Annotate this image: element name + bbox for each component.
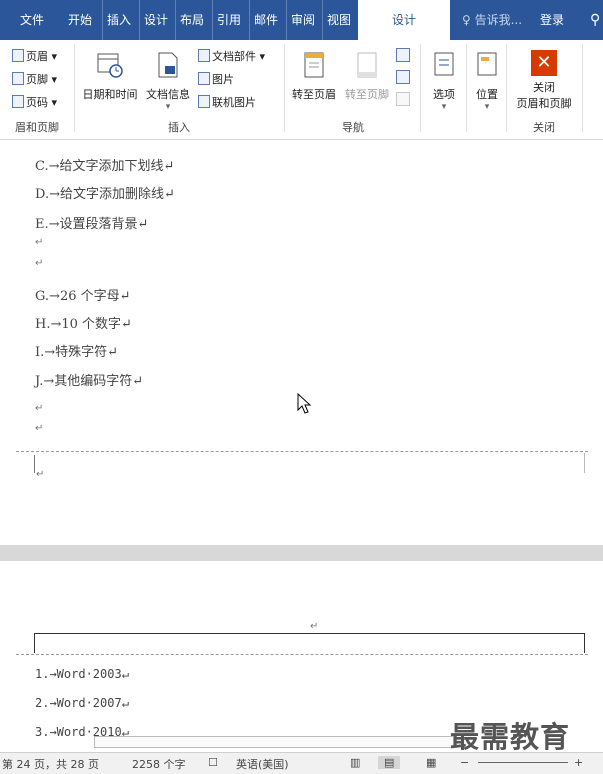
zoom-out-icon[interactable]: −: [460, 756, 469, 769]
goto-header-button[interactable]: 转至页眉: [288, 50, 340, 102]
previous-icon[interactable]: [396, 48, 410, 62]
paragraph-mark: ↵: [35, 403, 44, 414]
list-item: E.→设置段落背景↵: [35, 217, 149, 232]
list-item: C.→给文字添加下划线↵: [35, 159, 175, 174]
ribbon-divider: [506, 44, 507, 132]
horizontal-scrollbar[interactable]: [94, 736, 454, 748]
document-area[interactable]: C.→给文字添加下划线↵ D.→给文字添加删除线↵ E.→设置段落背景↵ ↵ ↵…: [0, 141, 603, 752]
print-layout-icon[interactable]: ▤: [378, 756, 401, 769]
page-number-icon: [12, 95, 24, 108]
person-icon[interactable]: ⚲: [590, 0, 600, 40]
tab-header-footer-design[interactable]: 设计: [358, 0, 450, 40]
goto-footer-icon: [357, 52, 377, 78]
close-header-footer-button[interactable]: ✕ 关闭 页眉和页脚: [510, 50, 578, 111]
paragraph-mark: ↵: [35, 423, 44, 434]
language-indicator[interactable]: 英语(美国): [236, 756, 289, 772]
page-number-dropdown[interactable]: 页码 ▾: [12, 94, 57, 112]
calendar-clock-icon: [97, 53, 123, 78]
datetime-button[interactable]: 日期和时间: [80, 50, 140, 102]
picture-icon: [198, 72, 210, 85]
header-boundary: [16, 654, 588, 655]
docinfo-button[interactable]: 文档信息 ▾: [142, 50, 194, 112]
group-label-navigation: 导航: [342, 121, 364, 134]
paragraph-mark: ↵: [35, 237, 44, 248]
tab-review[interactable]: 审阅: [286, 0, 315, 40]
tab-view[interactable]: 视图: [322, 0, 351, 40]
picture-button[interactable]: 图片: [198, 71, 234, 89]
document-info-icon: [158, 52, 178, 78]
tab-file[interactable]: 文件: [20, 0, 44, 40]
header-dropdown[interactable]: 页眉 ▾: [12, 48, 57, 66]
next-icon[interactable]: [396, 70, 410, 84]
online-picture-button[interactable]: 联机图片: [198, 94, 256, 112]
position-button[interactable]: 位置 ▾: [470, 50, 504, 112]
login-link[interactable]: 登录: [540, 0, 564, 40]
header-right-bracket: [584, 633, 585, 653]
group-label-header-footer: 眉和页脚: [15, 121, 59, 134]
ribbon-tab-bar: 文件 开始 插入 设计 布局 引用 邮件 审阅 视图 设计 ♀ 告诉我... 登…: [0, 0, 603, 40]
footer-dropdown[interactable]: 页脚 ▾: [12, 71, 57, 89]
watermark-logo: 最需教育: [450, 720, 571, 754]
footer-cursor-bracket: [34, 455, 35, 473]
tab-mailings[interactable]: 邮件: [249, 0, 278, 40]
list-item: D.→给文字添加删除线↵: [35, 187, 175, 202]
link-previous-icon[interactable]: [396, 92, 410, 106]
lightbulb-icon: ♀: [462, 13, 475, 27]
ribbon-divider: [74, 44, 75, 132]
page-gap: [0, 545, 603, 561]
docparts-dropdown[interactable]: 文档部件 ▾: [198, 48, 265, 66]
list-item: 2.→Word·2007↵: [35, 696, 129, 710]
tab-design[interactable]: 设计: [139, 0, 168, 40]
word-window: 文件 开始 插入 设计 布局 引用 邮件 审阅 视图 设计 ♀ 告诉我... 登…: [0, 0, 603, 774]
read-mode-icon[interactable]: ▥: [350, 756, 360, 769]
tab-references[interactable]: 引用: [212, 0, 241, 40]
word-count[interactable]: 2258 个字: [132, 756, 186, 772]
list-item: J.→其他编码字符↵: [35, 374, 144, 389]
ribbon-divider: [284, 44, 285, 132]
status-bar: 第 24 页，共 28 页 2258 个字 ☐ 英语(美国) ▥ ▤ ▦ − +: [0, 752, 603, 774]
proofing-icon[interactable]: ☐: [208, 756, 218, 769]
footer-icon: [12, 72, 24, 85]
goto-footer-button[interactable]: 转至页脚: [342, 50, 392, 102]
docparts-icon: [198, 49, 210, 62]
list-item: 1.→Word·2003↵: [35, 667, 129, 681]
ribbon-divider: [420, 44, 421, 132]
zoom-in-icon[interactable]: +: [574, 756, 583, 769]
tell-me-box[interactable]: ♀ 告诉我...: [462, 0, 522, 40]
goto-header-icon: [304, 52, 324, 78]
ribbon: 页眉 ▾ 页脚 ▾ 页码 ▾ 眉和页脚 日期和时间 文档信息 ▾ 文档部件 ▾ …: [0, 40, 603, 140]
footer-paragraph-mark: ↵: [36, 469, 45, 480]
list-item: I.→特殊字符↵: [35, 345, 119, 360]
footer-right-bracket: [584, 453, 585, 473]
tab-layout[interactable]: 布局: [175, 0, 204, 40]
header-rule: [34, 633, 585, 634]
list-item: H.→10 个数字↵: [35, 317, 132, 332]
zoom-slider[interactable]: [478, 762, 568, 763]
footer-boundary: [16, 451, 588, 452]
options-button[interactable]: 选项 ▾: [424, 50, 464, 112]
ribbon-divider: [582, 44, 583, 132]
header-paragraph-mark: ↵: [310, 621, 319, 632]
group-label-close: 关闭: [533, 121, 555, 134]
header-left-bracket: [34, 633, 35, 653]
online-picture-icon: [198, 95, 210, 108]
mouse-pointer-icon: [297, 393, 312, 414]
ribbon-divider: [466, 44, 467, 132]
close-icon: ✕: [531, 50, 557, 76]
web-layout-icon[interactable]: ▦: [426, 756, 436, 769]
header-icon: [12, 49, 24, 62]
paragraph-mark: ↵: [35, 258, 44, 269]
tab-insert[interactable]: 插入: [102, 0, 131, 40]
position-icon: [477, 52, 497, 76]
tab-home[interactable]: 开始: [68, 0, 92, 40]
page-count[interactable]: 第 24 页，共 28 页: [2, 756, 99, 772]
list-item: G.→26 个字母↵: [35, 289, 131, 304]
group-label-insert: 插入: [168, 121, 190, 134]
options-icon: [434, 52, 454, 76]
